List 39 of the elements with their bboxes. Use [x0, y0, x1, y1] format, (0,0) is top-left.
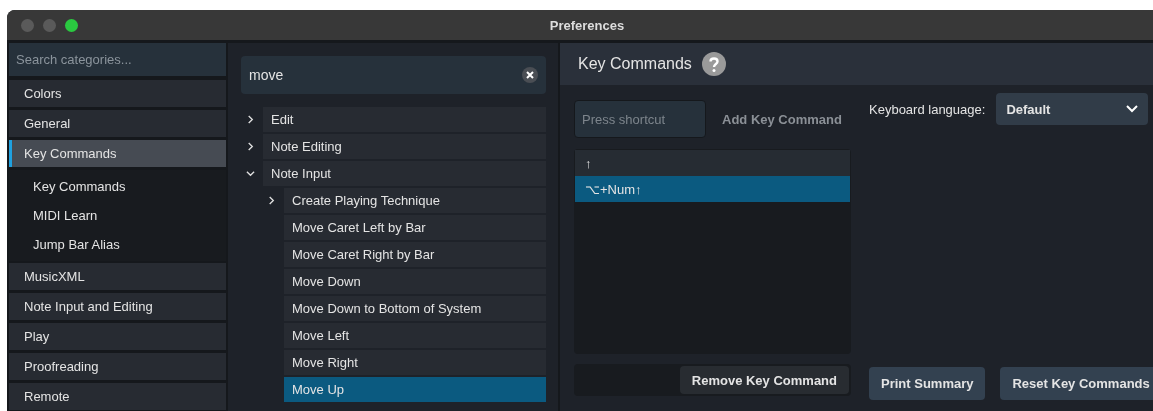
shortcut-field[interactable]: Press shortcut	[574, 100, 706, 138]
command-row[interactable]: Move Caret Right by Bar	[284, 242, 546, 267]
shortcut-item[interactable]: ↑	[575, 150, 850, 176]
search-field[interactable]: move	[241, 56, 546, 94]
chevron-right-icon[interactable]	[246, 142, 255, 151]
action-button[interactable]: Print Summary	[869, 367, 986, 400]
sidebar-item[interactable]: Colors	[9, 80, 226, 107]
remove-key-command-button[interactable]: Remove Key Command	[679, 366, 849, 394]
action-button[interactable]: Reset Key Commands	[1000, 367, 1153, 400]
command-row[interactable]: Note Editing	[263, 134, 546, 159]
command-row[interactable]: Move Down	[284, 269, 546, 294]
shortcut-item[interactable]: ⌥+Num↑	[575, 176, 850, 202]
keyboard-language-dropdown[interactable]: Default	[996, 93, 1149, 125]
help-icon[interactable]	[701, 52, 726, 76]
sidebar-item[interactable]: General	[9, 110, 226, 137]
chevron-right-icon[interactable]	[246, 115, 255, 124]
sidebar-item[interactable]: Note Input and Editing	[9, 293, 226, 320]
window-title: Preferences	[548, 17, 626, 33]
command-row[interactable]: Move Caret Left by Bar	[284, 215, 546, 240]
sidebar-item[interactable]: Key Commands	[9, 140, 226, 167]
chevron-down-icon[interactable]	[246, 169, 255, 178]
sidebar-item[interactable]: MusicXML	[9, 263, 226, 290]
command-row[interactable]: Move Left	[284, 323, 546, 348]
close-icon	[526, 71, 534, 79]
sidebar-item[interactable]: Play	[9, 323, 226, 350]
command-row[interactable]: Edit	[263, 107, 546, 132]
command-row[interactable]: Move Down to Bottom of System	[284, 296, 546, 321]
zoom-button[interactable]	[65, 18, 78, 32]
chevron-down-icon	[1126, 105, 1139, 113]
command-row[interactable]: Create Playing Technique	[284, 188, 546, 213]
command-row[interactable]: Note Input	[263, 161, 546, 186]
keyboard-language-label: Keyboard language:	[869, 101, 986, 117]
chevron-right-icon[interactable]	[267, 196, 276, 205]
command-row[interactable]: Move Up	[284, 377, 546, 402]
sidebar-item[interactable]: Remote	[9, 383, 226, 410]
sidebar-item[interactable]: Proofreading	[9, 353, 226, 380]
section-title: Key Commands	[578, 55, 692, 73]
command-row[interactable]: Move Right	[284, 350, 546, 375]
search-field[interactable]: Search categories...	[9, 43, 226, 76]
